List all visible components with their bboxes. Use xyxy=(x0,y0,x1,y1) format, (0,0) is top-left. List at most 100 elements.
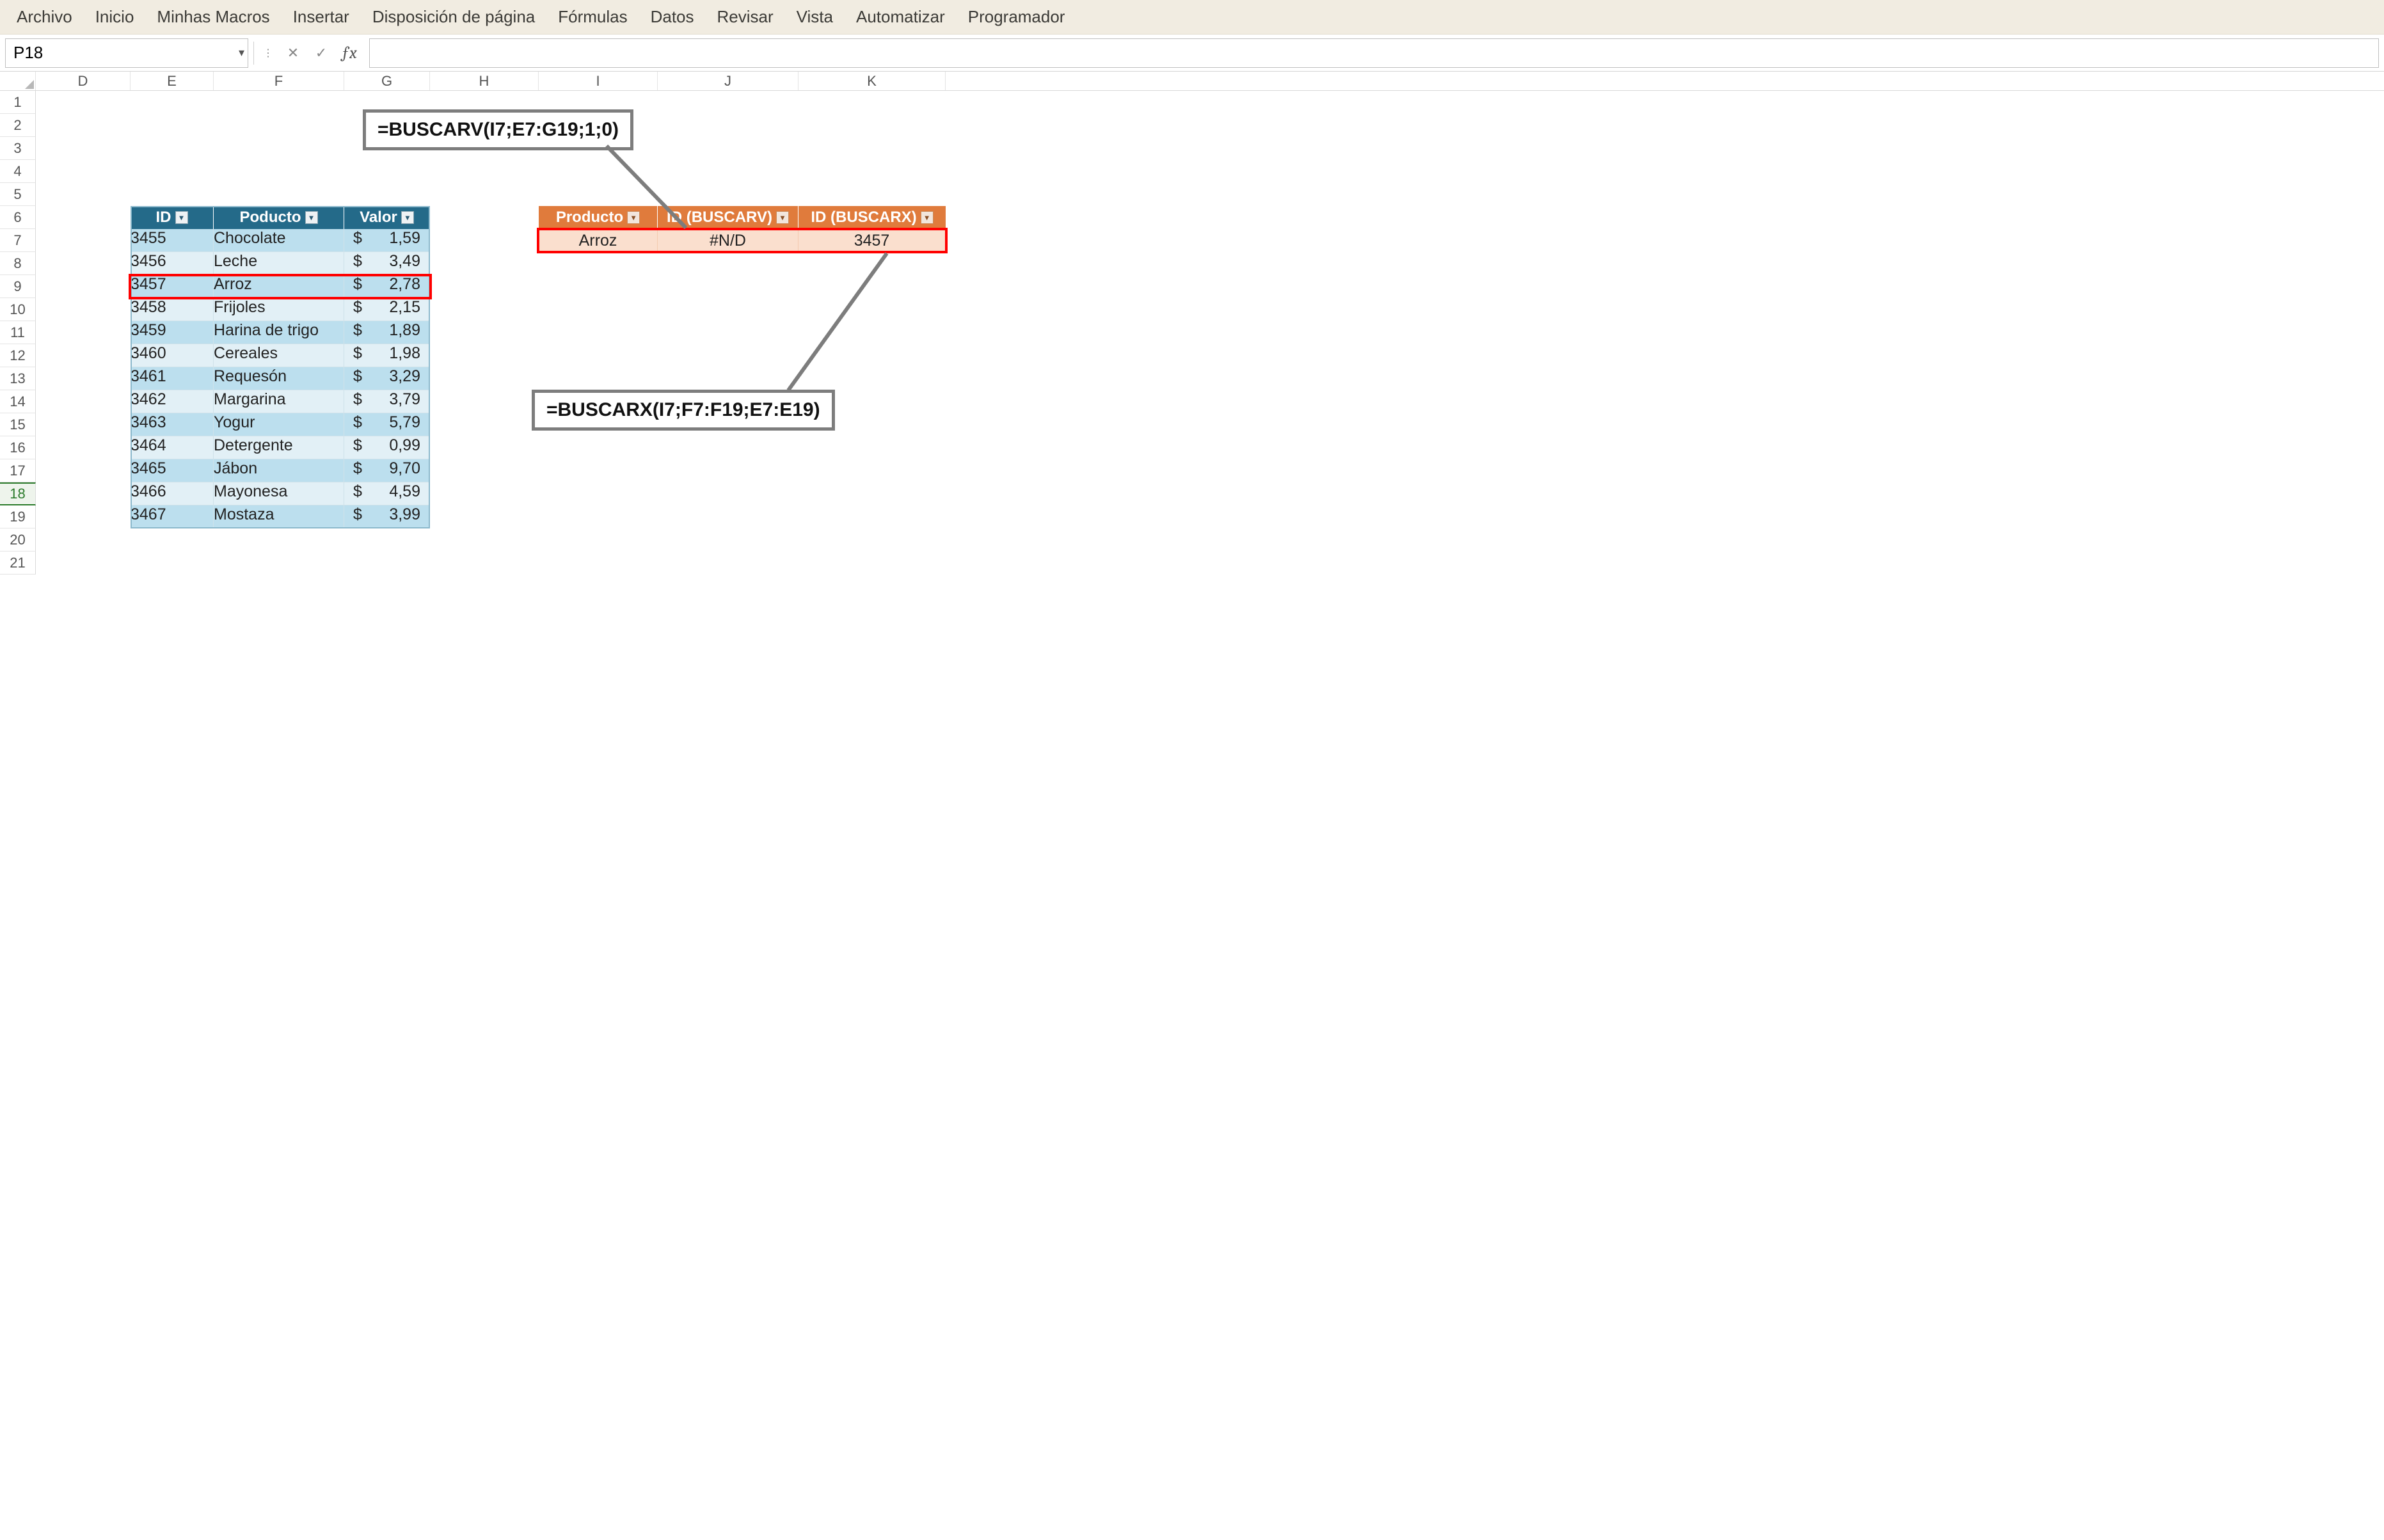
cell[interactable] xyxy=(430,183,539,206)
cell[interactable] xyxy=(430,160,539,183)
row-header[interactable]: 17 xyxy=(0,459,36,482)
cell[interactable] xyxy=(658,367,799,390)
cell[interactable] xyxy=(658,505,799,528)
row-header[interactable]: 10 xyxy=(0,298,36,321)
cell[interactable] xyxy=(539,528,658,552)
blue-cell-value[interactable]: $3,49 xyxy=(344,252,430,275)
tab-disposicion[interactable]: Disposición de página xyxy=(361,2,546,32)
cell[interactable] xyxy=(799,552,946,575)
cell[interactable] xyxy=(131,183,214,206)
cell[interactable] xyxy=(539,344,658,367)
cell[interactable] xyxy=(36,252,131,275)
cell[interactable] xyxy=(430,252,539,275)
filter-dropdown[interactable]: ▾ xyxy=(401,211,414,224)
cell[interactable] xyxy=(36,298,131,321)
cell[interactable] xyxy=(658,321,799,344)
cell[interactable] xyxy=(799,137,946,160)
orange-table-header[interactable]: ID (BUSCARX)▾ xyxy=(799,206,946,229)
cell[interactable] xyxy=(430,436,539,459)
cell[interactable] xyxy=(36,275,131,298)
blue-cell-id[interactable]: 3462 xyxy=(131,390,214,413)
blue-cell-value[interactable]: $3,29 xyxy=(344,367,430,390)
blue-table-header[interactable]: Poducto▾ xyxy=(214,206,344,229)
cell[interactable] xyxy=(36,183,131,206)
more-icon[interactable]: ⋮ xyxy=(263,47,276,60)
cell[interactable] xyxy=(214,137,344,160)
cell[interactable] xyxy=(539,321,658,344)
cell[interactable] xyxy=(658,91,799,114)
cell[interactable] xyxy=(799,459,946,482)
tab-programador[interactable]: Programador xyxy=(957,2,1077,32)
cell[interactable] xyxy=(799,114,946,137)
cell[interactable] xyxy=(658,552,799,575)
cell[interactable] xyxy=(658,252,799,275)
tab-revisar[interactable]: Revisar xyxy=(706,2,785,32)
cell[interactable] xyxy=(430,206,539,229)
cell[interactable] xyxy=(36,552,131,575)
blue-cell-product[interactable]: Yogur xyxy=(214,413,344,436)
cell[interactable] xyxy=(344,183,430,206)
cell[interactable] xyxy=(344,552,430,575)
cell[interactable] xyxy=(36,505,131,528)
cell[interactable] xyxy=(658,528,799,552)
tab-minhas-macros[interactable]: Minhas Macros xyxy=(145,2,281,32)
blue-cell-value[interactable]: $5,79 xyxy=(344,413,430,436)
cell[interactable] xyxy=(214,160,344,183)
orange-table-header[interactable]: Producto▾ xyxy=(539,206,658,229)
blue-table-header[interactable]: ID▾ xyxy=(131,206,214,229)
blue-cell-product[interactable]: Harina de trigo xyxy=(214,321,344,344)
row-header[interactable]: 6 xyxy=(0,206,36,229)
cell[interactable] xyxy=(430,482,539,505)
cell[interactable] xyxy=(344,160,430,183)
blue-cell-value[interactable]: $3,99 xyxy=(344,505,430,528)
blue-table-header[interactable]: Valor▾ xyxy=(344,206,430,229)
cell[interactable] xyxy=(131,114,214,137)
tab-insertar[interactable]: Insertar xyxy=(282,2,361,32)
blue-cell-id[interactable]: 3458 xyxy=(131,298,214,321)
cell[interactable] xyxy=(799,505,946,528)
cell[interactable] xyxy=(36,137,131,160)
cell[interactable] xyxy=(658,344,799,367)
cell[interactable] xyxy=(658,183,799,206)
cell[interactable] xyxy=(36,367,131,390)
blue-cell-product[interactable]: Frijoles xyxy=(214,298,344,321)
cell[interactable] xyxy=(430,505,539,528)
cell[interactable] xyxy=(214,528,344,552)
cell[interactable] xyxy=(430,229,539,252)
cell[interactable] xyxy=(430,528,539,552)
blue-cell-id[interactable]: 3460 xyxy=(131,344,214,367)
cell[interactable] xyxy=(539,552,658,575)
cell[interactable] xyxy=(539,505,658,528)
name-box[interactable] xyxy=(6,40,235,65)
filter-dropdown[interactable]: ▾ xyxy=(776,211,789,224)
cell[interactable] xyxy=(799,275,946,298)
cell[interactable] xyxy=(36,436,131,459)
col-header-J[interactable]: J xyxy=(658,72,799,90)
cell[interactable] xyxy=(131,552,214,575)
orange-cell-id-buscarv[interactable]: #N/D xyxy=(658,229,799,252)
cell[interactable] xyxy=(799,528,946,552)
cell[interactable] xyxy=(36,206,131,229)
row-header[interactable]: 7 xyxy=(0,229,36,252)
row-header[interactable]: 3 xyxy=(0,137,36,160)
cell[interactable] xyxy=(658,114,799,137)
orange-cell-id-buscarx[interactable]: 3457 xyxy=(799,229,946,252)
cell[interactable] xyxy=(131,160,214,183)
cell[interactable] xyxy=(36,114,131,137)
cell[interactable] xyxy=(430,552,539,575)
blue-cell-value[interactable]: $3,79 xyxy=(344,390,430,413)
col-header-I[interactable]: I xyxy=(539,72,658,90)
filter-dropdown[interactable]: ▾ xyxy=(175,211,188,224)
row-header[interactable]: 18 xyxy=(0,482,36,505)
blue-cell-id[interactable]: 3463 xyxy=(131,413,214,436)
cell[interactable] xyxy=(214,91,344,114)
cell[interactable] xyxy=(344,528,430,552)
row-header[interactable]: 21 xyxy=(0,552,36,575)
cell[interactable] xyxy=(430,321,539,344)
cell[interactable] xyxy=(430,344,539,367)
cell[interactable] xyxy=(214,114,344,137)
row-header[interactable]: 16 xyxy=(0,436,36,459)
cell[interactable] xyxy=(658,298,799,321)
blue-cell-value[interactable]: $9,70 xyxy=(344,459,430,482)
row-header[interactable]: 8 xyxy=(0,252,36,275)
